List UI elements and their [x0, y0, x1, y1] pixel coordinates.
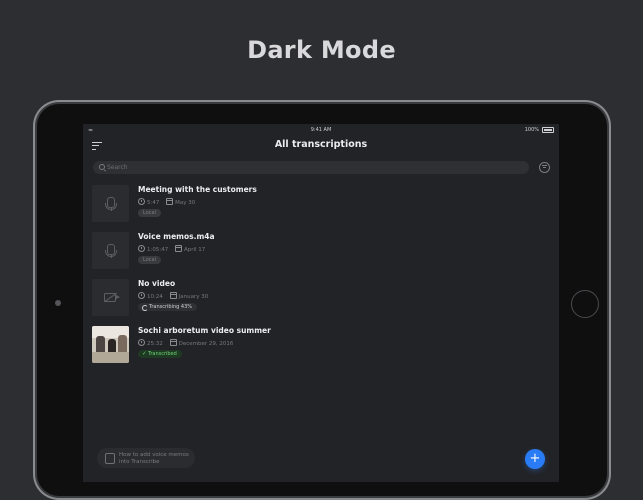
navigation-bar: All transcriptions — [83, 136, 559, 158]
help-tip-button[interactable]: How to add voice memos into Transcribe — [97, 448, 195, 468]
battery-icon — [542, 127, 554, 133]
clock-icon — [138, 292, 145, 299]
calendar-icon — [169, 339, 177, 346]
item-date: May 30 — [175, 200, 196, 206]
list-item[interactable]: Voice memos.m4a 1:05:47 April 17 Local — [92, 229, 552, 269]
item-date: January 30 — [178, 294, 209, 300]
item-thumbnail-photo — [92, 326, 129, 363]
battery-percent: 100% — [524, 127, 539, 133]
help-icon — [105, 453, 115, 464]
transcribed-badge: ✓ Transcribed — [138, 350, 182, 358]
item-duration: 10:24 — [147, 294, 163, 300]
calendar-icon — [166, 198, 174, 205]
item-title: No video — [138, 279, 176, 288]
clock-icon — [138, 198, 145, 205]
status-badge: Local — [138, 209, 161, 217]
item-thumbnail — [92, 185, 129, 222]
clock-icon — [138, 339, 145, 346]
search-bar[interactable] — [93, 161, 529, 174]
list-item[interactable]: Meeting with the customers 5:47 May 30 L… — [92, 182, 552, 222]
calendar-icon — [169, 292, 177, 299]
item-duration: 1:05:47 — [147, 247, 169, 253]
item-date: December 29, 2016 — [178, 341, 234, 347]
promo-headline: Dark Mode — [247, 36, 396, 64]
help-tip-text: How to add voice memos into Transcribe — [119, 452, 189, 465]
status-text: Transcribed — [148, 351, 177, 357]
status-text: Transcribing 43% — [149, 304, 193, 310]
status-time: 9:41 AM — [310, 127, 332, 133]
item-title: Sochi arboretum video summer — [138, 326, 271, 335]
filter-icon[interactable] — [539, 162, 550, 173]
item-date: April 17 — [183, 247, 206, 253]
home-button[interactable] — [571, 290, 599, 318]
status-bar: ≈ 9:41 AM 100% — [83, 124, 559, 136]
item-meta: 10:24 January 30 — [138, 292, 208, 300]
check-icon: ✓ — [142, 351, 147, 357]
status-badge: Local — [138, 256, 161, 264]
mic-icon — [105, 244, 117, 258]
item-meta: 1:05:47 April 17 — [138, 245, 205, 253]
item-duration: 25:32 — [147, 341, 163, 347]
plus-icon: + — [529, 451, 541, 466]
transcribing-badge: Transcribing 43% — [138, 303, 198, 311]
item-meta: 25:32 December 29, 2016 — [138, 339, 233, 347]
item-title: Voice memos.m4a — [138, 232, 215, 241]
item-thumbnail — [92, 279, 129, 316]
item-thumbnail — [92, 232, 129, 269]
app-screen: ≈ 9:41 AM 100% All transcriptions Meetin… — [83, 124, 559, 482]
item-meta: 5:47 May 30 — [138, 198, 195, 206]
calendar-icon — [174, 245, 182, 252]
item-title: Meeting with the customers — [138, 185, 257, 194]
search-icon — [99, 164, 105, 170]
mic-icon — [105, 197, 117, 211]
search-input[interactable] — [107, 161, 507, 174]
page-title: All transcriptions — [274, 139, 368, 150]
no-video-icon — [104, 293, 120, 302]
spinner-icon — [142, 304, 148, 311]
add-transcription-button[interactable]: + — [525, 449, 545, 469]
list-item[interactable]: Sochi arboretum video summer 25:32 Decem… — [92, 323, 552, 363]
camera-icon — [55, 300, 61, 306]
clock-icon — [138, 245, 145, 252]
list-item[interactable]: No video 10:24 January 30 Transcribing 4… — [92, 276, 552, 316]
item-duration: 5:47 — [147, 200, 160, 206]
